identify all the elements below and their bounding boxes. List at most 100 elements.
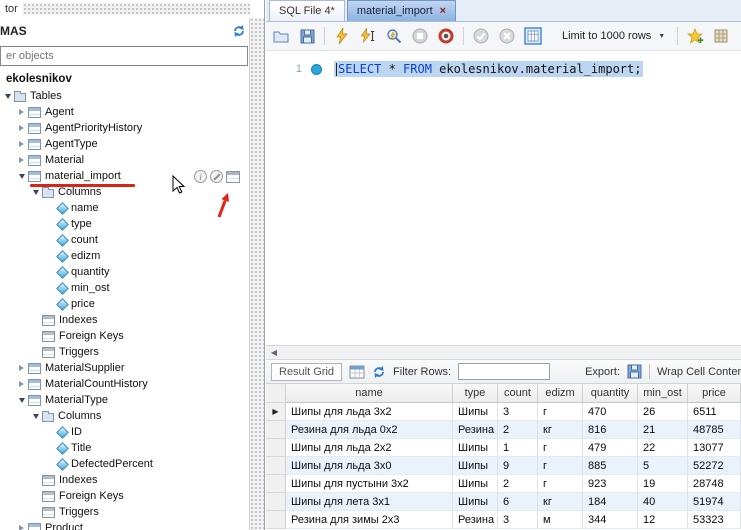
cell-min-ost[interactable]: 21 — [638, 421, 688, 439]
tab-sql-file-4[interactable]: SQL File 4* — [269, 0, 345, 21]
cell-type[interactable]: Шипы — [453, 439, 498, 457]
cell-name[interactable]: Шипы для лета 3x1 — [286, 493, 453, 511]
cell-min-ost[interactable]: 40 — [638, 493, 688, 511]
cell-count[interactable]: 3 — [498, 403, 538, 421]
cell-quantity[interactable]: 344 — [583, 511, 638, 529]
sql-editor[interactable]: 1 SELECT * FROM ekolesnikov.material_imp… — [266, 52, 741, 345]
row-selector[interactable] — [266, 421, 286, 439]
cell-name[interactable]: Шипы для льда 3x0 — [286, 457, 453, 475]
tree-item-count[interactable]: count — [0, 232, 248, 248]
cell-type[interactable]: Шипы — [453, 457, 498, 475]
tree-item-foreign-keys[interactable]: Foreign Keys — [0, 328, 248, 344]
cell-price[interactable]: 13077 — [688, 439, 741, 457]
tree-item-materialsupplier[interactable]: MaterialSupplier — [0, 360, 248, 376]
close-tab-icon[interactable]: × — [440, 6, 446, 17]
cell-price[interactable]: 52272 — [688, 457, 741, 475]
cell-quantity[interactable]: 479 — [583, 439, 638, 457]
row-selector[interactable] — [266, 439, 286, 457]
tree-expanded-arrow-icon[interactable] — [2, 91, 13, 102]
tree-item-agent[interactable]: Agent — [0, 104, 248, 120]
tree-item-name[interactable]: name — [0, 200, 248, 216]
cell-type[interactable]: Шипы — [453, 403, 498, 421]
cell-quantity[interactable]: 184 — [583, 493, 638, 511]
tree-item-indexes[interactable]: Indexes — [0, 472, 248, 488]
tree-item-agentpriorityhistory[interactable]: AgentPriorityHistory — [0, 120, 248, 136]
cell-name[interactable]: Шипы для пустыни 3x2 — [286, 475, 453, 493]
column-header-type[interactable]: type — [453, 384, 498, 403]
cell-count[interactable]: 9 — [498, 457, 538, 475]
tree-item-materialtype[interactable]: MaterialType — [0, 392, 248, 408]
save-script-button[interactable] — [295, 24, 319, 48]
cell-price[interactable]: 53323 — [688, 511, 741, 529]
grid-row[interactable]: ▶Шипы для льда 3x2Шипы3г470266511 — [266, 403, 741, 421]
tree-collapsed-arrow-icon[interactable] — [16, 379, 27, 390]
tree-item-columns[interactable]: Columns — [0, 408, 248, 424]
tree-item-defectedpercent[interactable]: DefectedPercent — [0, 456, 248, 472]
table-info-icon[interactable]: i — [194, 170, 207, 183]
current-row-marker[interactable]: ▶ — [266, 403, 286, 421]
tree-item-edizm[interactable]: edizm — [0, 248, 248, 264]
cell-price[interactable]: 51974 — [688, 493, 741, 511]
cell-edizm[interactable]: кг — [538, 421, 583, 439]
tree-collapsed-arrow-icon[interactable] — [16, 363, 27, 374]
column-header-price[interactable]: price — [688, 384, 741, 403]
cell-count[interactable]: 3 — [498, 511, 538, 529]
tree-item-triggers[interactable]: Triggers — [0, 504, 248, 520]
cell-name[interactable]: Шипы для льда 3x2 — [286, 403, 453, 421]
tree-item-triggers[interactable]: Triggers — [0, 344, 248, 360]
cell-edizm[interactable]: г — [538, 439, 583, 457]
cell-price[interactable]: 6511 — [688, 403, 741, 421]
tree-collapsed-arrow-icon[interactable] — [16, 139, 27, 150]
cell-quantity[interactable]: 885 — [583, 457, 638, 475]
column-header-count[interactable]: count — [498, 384, 538, 403]
column-header-min-ost[interactable]: min_ost — [638, 384, 688, 403]
row-limit-dropdown[interactable]: Limit to 1000 rows ▼ — [555, 28, 672, 44]
cell-count[interactable]: 2 — [498, 475, 538, 493]
tree-collapsed-arrow-icon[interactable] — [16, 523, 27, 530]
cell-name[interactable]: Резина для зимы 2x3 — [286, 511, 453, 529]
autocommit-toggle[interactable] — [521, 24, 545, 48]
cell-name[interactable]: Шипы для льда 2x2 — [286, 439, 453, 457]
scroll-left-arrow-icon[interactable]: ◀ — [266, 348, 282, 357]
column-header-name[interactable]: name — [286, 384, 453, 403]
cell-count[interactable]: 2 — [498, 421, 538, 439]
explain-query-button[interactable] — [382, 24, 406, 48]
tree-item-price[interactable]: price — [0, 296, 248, 312]
tree-item-material[interactable]: Material — [0, 152, 248, 168]
cell-count[interactable]: 6 — [498, 493, 538, 511]
grid-row[interactable]: Шипы для лета 3x1Шипы6кг1844051974 — [266, 493, 741, 511]
editor-horizontal-scrollbar[interactable]: ◀ — [266, 345, 741, 360]
grid-row[interactable]: Резина для льда 0x2Резина2кг8162148785 — [266, 421, 741, 439]
tree-collapsed-arrow-icon[interactable] — [16, 155, 27, 166]
cell-type[interactable]: Шипы — [453, 493, 498, 511]
tree-item-materialcounthistory[interactable]: MaterialCountHistory — [0, 376, 248, 392]
tree-expanded-arrow-icon[interactable] — [16, 395, 27, 406]
tree-item-tables[interactable]: Tables — [0, 88, 248, 104]
refresh-schemas-icon[interactable] — [232, 24, 246, 38]
cell-edizm[interactable]: г — [538, 403, 583, 421]
cell-quantity[interactable]: 923 — [583, 475, 638, 493]
execute-query-button[interactable] — [330, 24, 354, 48]
grid-row[interactable]: Шипы для пустыни 3x2Шипы2г9231928748 — [266, 475, 741, 493]
tab-material-import[interactable]: material_import× — [347, 0, 456, 21]
tree-item-title[interactable]: Title — [0, 440, 248, 456]
schema-root[interactable]: ekolesnikov — [6, 70, 72, 87]
cell-count[interactable]: 1 — [498, 439, 538, 457]
cell-quantity[interactable]: 470 — [583, 403, 638, 421]
refresh-results-icon[interactable] — [372, 365, 386, 379]
sidebar-scrollbar[interactable] — [249, 18, 264, 530]
rollback-button[interactable] — [495, 24, 519, 48]
tree-item-min-ost[interactable]: min_ost — [0, 280, 248, 296]
row-selector[interactable] — [266, 457, 286, 475]
execute-current-statement-button[interactable] — [356, 24, 380, 48]
tree-collapsed-arrow-icon[interactable] — [16, 107, 27, 118]
cell-edizm[interactable]: кг — [538, 493, 583, 511]
tree-collapsed-arrow-icon[interactable] — [16, 123, 27, 134]
cell-edizm[interactable]: м — [538, 511, 583, 529]
cell-min-ost[interactable]: 5 — [638, 457, 688, 475]
cell-name[interactable]: Резина для льда 0x2 — [286, 421, 453, 439]
tree-item-type[interactable]: type — [0, 216, 248, 232]
cell-type[interactable]: Резина — [453, 511, 498, 529]
grid-row[interactable]: Резина для зимы 2x3Резина3м3441253323 — [266, 511, 741, 529]
tree-item-id[interactable]: ID — [0, 424, 248, 440]
